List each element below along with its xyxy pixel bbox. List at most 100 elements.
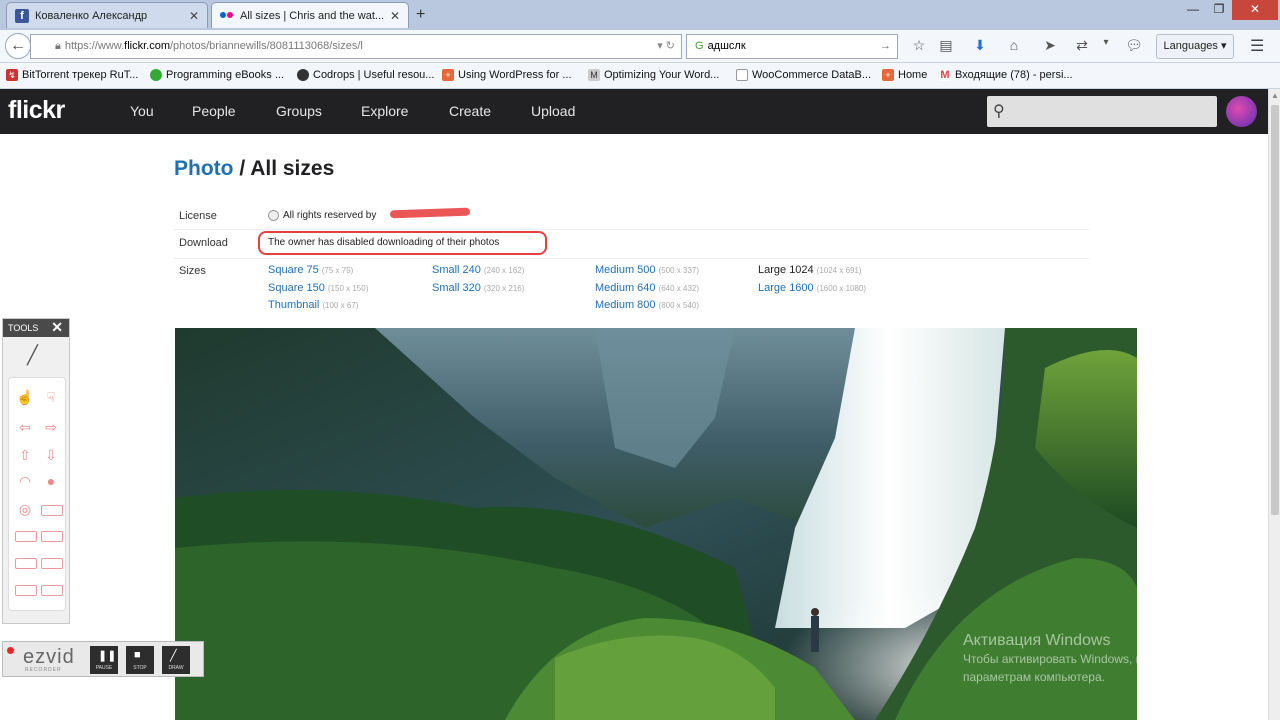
size-option[interactable]: Small 240 (240 x 162) — [432, 264, 524, 276]
tab-flickr[interactable]: All sizes | Chris and the wat... ✕ — [211, 2, 409, 28]
button-label: PAUSE — [95, 665, 113, 671]
photo-link[interactable]: Photo — [174, 157, 233, 180]
avatar[interactable] — [1226, 96, 1257, 127]
size-option[interactable]: Large 1600 (1600 x 1080) — [758, 282, 866, 294]
watermark-line: Чтобы активировать Windows, перейдите к — [963, 652, 1204, 666]
size-option[interactable]: Square 150 (150 x 150) — [268, 282, 368, 294]
size-option[interactable]: Medium 500 (500 x 337) — [595, 264, 699, 276]
reload-icon[interactable]: ▾ ↻ — [657, 35, 675, 58]
stamp-palette: ☝ ☟ ⇦ ⇨ ⇧ ⇩ ◠ ● ◎ — [8, 377, 66, 611]
scrollbar[interactable]: ▲ — [1268, 89, 1280, 720]
url-path: /photos/briannewills/8081113068/sizes/l — [170, 40, 363, 52]
pause-icon: ❚❚ — [98, 650, 117, 662]
arrow-down-icon[interactable]: ⇩ — [40, 446, 62, 464]
send-icon[interactable]: ➤ — [1040, 37, 1060, 54]
size-name: Large 1600 — [758, 282, 814, 294]
bookmark-label: Home — [898, 69, 928, 81]
menu-icon[interactable]: ☰ — [1250, 36, 1264, 56]
draw-button[interactable]: ╱ DRAW — [162, 646, 190, 674]
size-dims: (640 x 432) — [658, 284, 700, 293]
button-label: STOP — [133, 665, 147, 671]
stop-button[interactable]: ■ STOP — [126, 646, 154, 674]
download-icon[interactable]: ⬇ — [970, 37, 990, 54]
size-name: Square 150 — [268, 282, 325, 294]
close-window-button[interactable]: ✕ — [1232, 0, 1278, 20]
bookmark-item[interactable]: Programming eBooks ... — [150, 69, 284, 81]
search-go-icon[interactable]: → — [880, 35, 891, 58]
bookmark-item[interactable]: Codrops | Useful resou... — [297, 69, 434, 81]
bookmark-item[interactable]: + Home — [882, 69, 927, 81]
bookmark-item[interactable]: M Optimizing Your Word... — [588, 69, 719, 81]
gauge-icon[interactable]: ◠ — [14, 472, 36, 490]
chat-icon[interactable]: 💬︎ — [1124, 37, 1144, 54]
maximize-button[interactable]: ❐ — [1206, 0, 1232, 20]
sync-icon[interactable]: ⇄ — [1072, 37, 1092, 54]
ebooks-icon — [150, 69, 162, 81]
nav-you[interactable]: You — [130, 103, 154, 119]
arrow-right-icon[interactable]: ⇨ — [40, 418, 62, 436]
nav-upload[interactable]: Upload — [531, 103, 575, 119]
clipboard-icon[interactable]: ▤ — [936, 37, 956, 54]
search-value: адшслк — [707, 40, 746, 52]
tab-vk[interactable]: f Коваленко Александр ✕ — [6, 2, 208, 28]
bookmark-label: Codrops | Useful resou... — [313, 69, 435, 81]
arrow-left-icon[interactable]: ⇦ — [14, 418, 36, 436]
label-stamp-icon[interactable] — [41, 585, 63, 596]
tools-title: TOOLS — [8, 323, 39, 333]
new-tab-button[interactable]: + — [416, 6, 425, 24]
label-stamp-icon[interactable] — [41, 531, 63, 542]
page-icon — [736, 69, 748, 81]
label-stamp-icon[interactable] — [41, 558, 63, 569]
home-icon[interactable]: ⌂ — [1004, 37, 1024, 53]
pen-icon[interactable]: ╱ — [27, 345, 38, 366]
scroll-up-icon[interactable]: ▲ — [1271, 91, 1279, 100]
dropdown-icon[interactable]: ▾ — [1096, 37, 1116, 48]
bookmark-label: Optimizing Your Word... — [604, 69, 720, 81]
close-tab-icon[interactable]: ✕ — [390, 9, 400, 23]
circle-stamp-icon[interactable]: ◎ — [14, 500, 36, 518]
close-icon[interactable]: ✕ — [51, 318, 63, 336]
size-name: Medium 800 — [595, 299, 656, 311]
flickr-logo[interactable]: flickr — [8, 96, 65, 125]
size-option[interactable]: Medium 800 (800 x 540) — [595, 299, 699, 311]
size-name: Small 240 — [432, 264, 481, 276]
thumbs-down-icon[interactable]: ☟ — [40, 388, 62, 406]
arrow-up-icon[interactable]: ⇧ — [14, 446, 36, 464]
flickr-search-input[interactable]: ⚲ — [987, 96, 1217, 127]
size-option[interactable]: Medium 640 (640 x 432) — [595, 282, 699, 294]
draw-icon: ╱ — [170, 650, 177, 662]
close-tab-icon[interactable]: ✕ — [189, 9, 199, 23]
scrollbar-thumb[interactable] — [1271, 105, 1279, 515]
search-input[interactable]: Gадшслк → — [686, 34, 898, 59]
tab-label: All sizes | Chris and the wat... — [240, 9, 384, 22]
divider — [174, 229, 1089, 230]
size-option[interactable]: Square 75 (75 x 75) — [268, 264, 353, 276]
size-option[interactable]: Thumbnail (100 x 67) — [268, 299, 358, 311]
bookmark-item[interactable]: ↯ BitTorrent трекер RuT... — [6, 69, 138, 81]
facebook-icon: f — [15, 8, 29, 23]
bookmark-item[interactable]: WooCommerce DataB... — [736, 69, 871, 81]
pause-button[interactable]: ❚❚ PAUSE — [90, 646, 118, 674]
size-option[interactable]: Small 320 (320 x 216) — [432, 282, 524, 294]
back-button[interactable]: ← — [5, 33, 31, 59]
divider — [174, 258, 1089, 259]
address-bar[interactable]: 🔒︎ https://www.flickr.com/photos/briannew… — [30, 34, 682, 59]
nav-explore[interactable]: Explore — [361, 103, 408, 119]
thumbs-up-icon[interactable]: ☝ — [14, 388, 36, 406]
bookmark-item[interactable]: M Входящие (78) - persi... — [939, 69, 1073, 81]
label-stamp-icon[interactable] — [15, 531, 37, 542]
fail-stamp-icon[interactable] — [41, 505, 63, 516]
nav-people[interactable]: People — [192, 103, 236, 119]
url-domain: flickr.com — [124, 40, 170, 52]
size-dims: (75 x 75) — [321, 266, 354, 275]
bookmark-star-icon[interactable]: ☆ — [909, 37, 929, 54]
minimize-button[interactable]: — — [1180, 0, 1206, 20]
nav-groups[interactable]: Groups — [276, 103, 322, 119]
pin-icon[interactable]: ● — [40, 472, 62, 490]
bookmark-label: Входящие (78) - persi... — [955, 69, 1073, 81]
bookmark-item[interactable]: + Using WordPress for ... — [442, 69, 572, 81]
label-stamp-icon[interactable] — [15, 585, 37, 596]
label-stamp-icon[interactable] — [15, 558, 37, 569]
languages-button[interactable]: Languages ▾ — [1156, 34, 1234, 59]
nav-create[interactable]: Create — [449, 103, 491, 119]
